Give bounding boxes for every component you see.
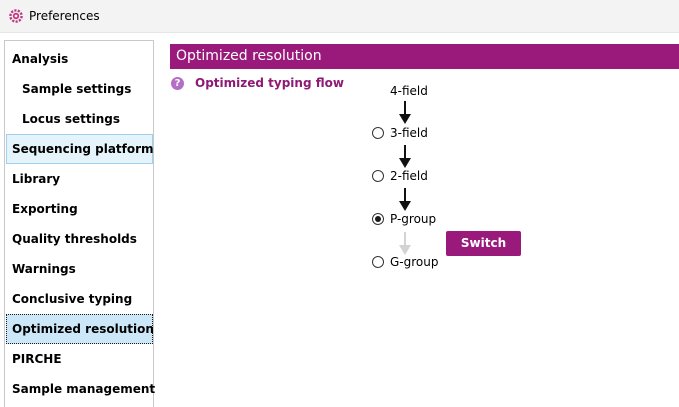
field-4-label: 4-field — [390, 84, 428, 98]
arrow-down-icon — [399, 188, 411, 211]
sidebar-item-library[interactable]: Library — [6, 164, 153, 194]
field-3-label: 3-field — [390, 126, 428, 140]
panel-title: Optimized resolution — [170, 44, 679, 69]
sidebar-item-locus-settings[interactable]: Locus settings — [6, 104, 153, 134]
sidebar-item-sample-settings[interactable]: Sample settings — [6, 74, 153, 104]
question-icon[interactable]: ? — [171, 77, 184, 90]
sidebar-item-sequencing-platform[interactable]: Sequencing platform — [6, 134, 154, 164]
arrow-down-icon-disabled — [399, 232, 411, 255]
window-title: Preferences — [29, 9, 100, 23]
sidebar-item-conclusive-typing[interactable]: Conclusive typing — [6, 284, 153, 314]
radio-p-group[interactable] — [372, 213, 384, 225]
sidebar-item-analysis[interactable]: Analysis — [6, 44, 153, 74]
field-g-group-label: G-group — [390, 255, 439, 269]
title-bar: Preferences — [0, 0, 679, 33]
sidebar-item-exporting[interactable]: Exporting — [6, 194, 153, 224]
sidebar-item-warnings[interactable]: Warnings — [6, 254, 153, 284]
radio-2-field[interactable] — [372, 170, 384, 182]
radio-3-field[interactable] — [372, 127, 384, 139]
field-p-group-label: P-group — [390, 212, 437, 226]
gear-icon — [9, 9, 23, 23]
arrow-down-icon — [399, 145, 411, 168]
sidebar: Analysis Sample settings Locus settings … — [4, 40, 155, 407]
sidebar-item-pirche[interactable]: PIRCHE — [6, 344, 153, 374]
radio-g-group[interactable] — [372, 256, 384, 268]
sidebar-item-quality-thresholds[interactable]: Quality thresholds — [6, 224, 153, 254]
flow-label: Optimized typing flow — [195, 76, 344, 90]
sidebar-item-optimized-resolution[interactable]: Optimized resolution — [6, 314, 154, 344]
switch-button[interactable]: Switch — [446, 231, 521, 256]
sidebar-item-sample-management[interactable]: Sample management — [6, 374, 155, 404]
field-2-label: 2-field — [390, 169, 428, 183]
arrow-down-icon — [399, 101, 411, 124]
